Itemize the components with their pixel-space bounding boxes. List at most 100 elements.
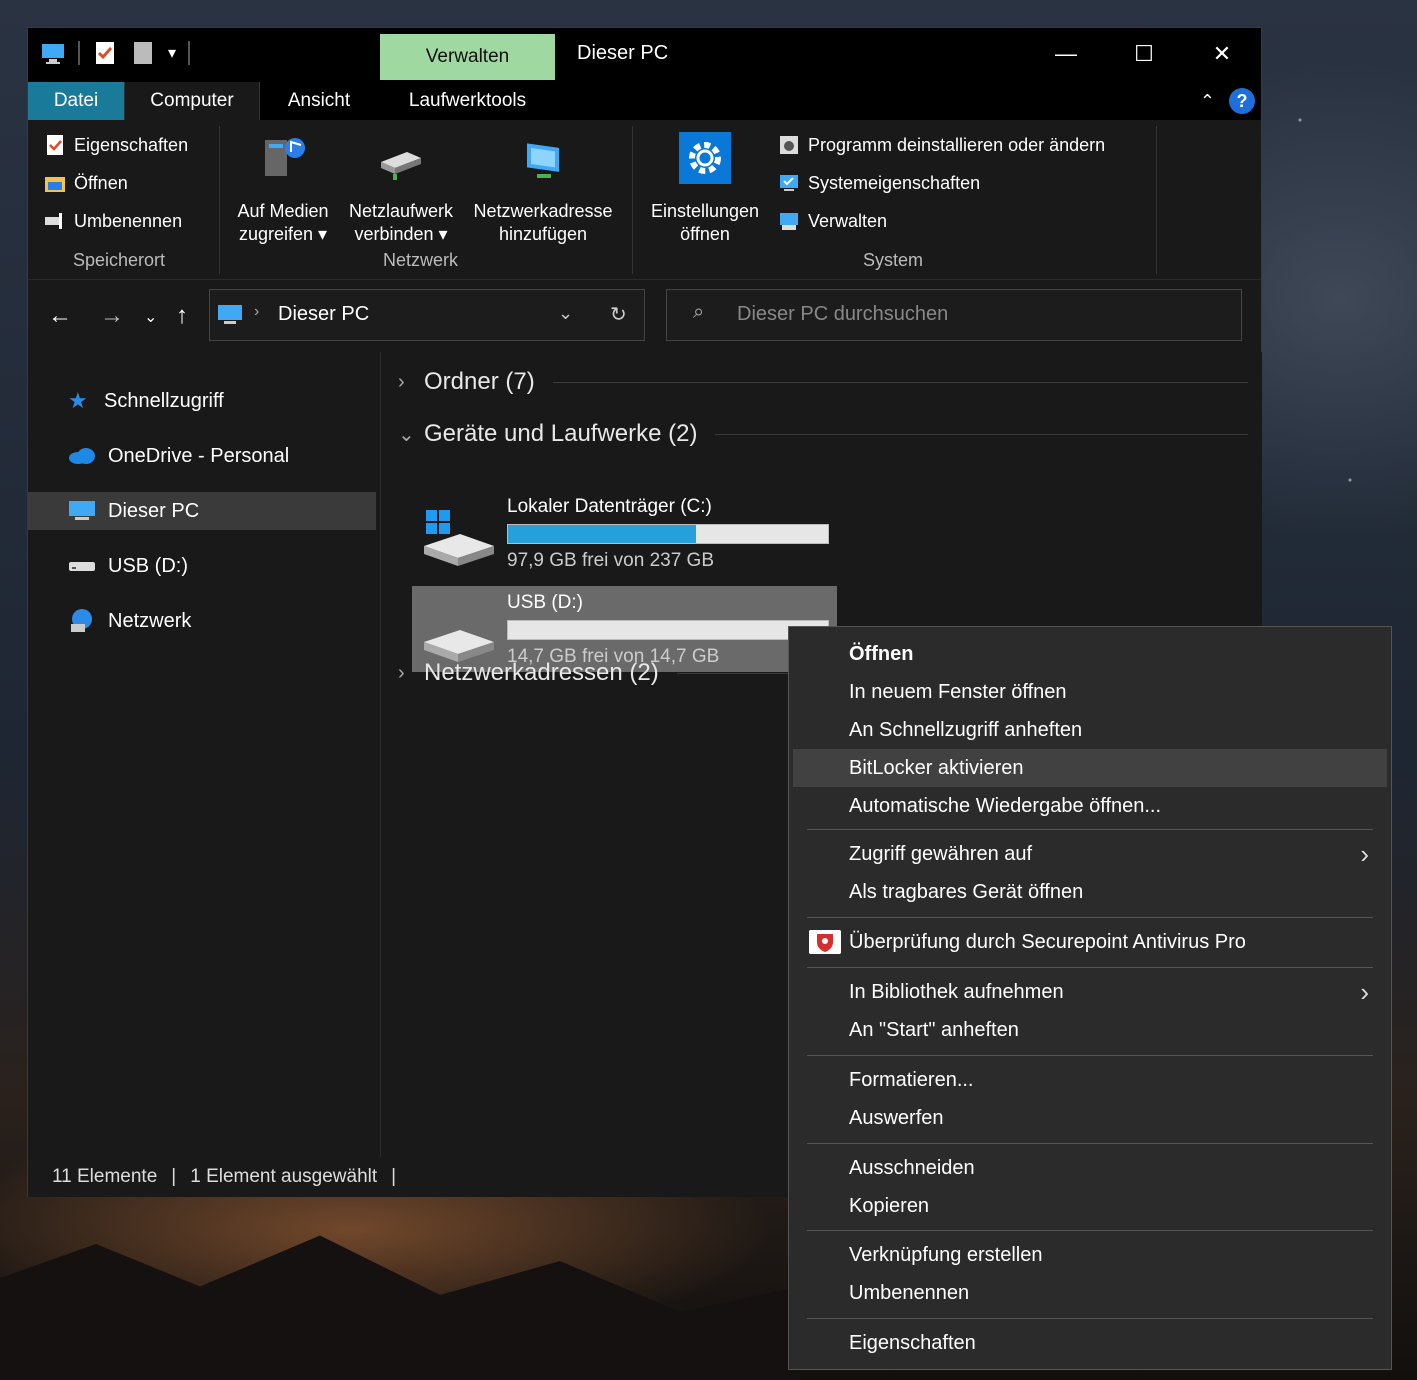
- group-header-label: Netzwerkadressen (2): [424, 659, 659, 686]
- tab-computer[interactable]: Computer: [124, 82, 260, 120]
- menu-item-umbenennen[interactable]: Umbenennen: [793, 1274, 1387, 1312]
- back-arrow-icon[interactable]: ←: [48, 302, 72, 330]
- properties-icon: [47, 135, 63, 155]
- system-properties-label: Systemeigenschaften: [808, 172, 981, 193]
- add-location-label-2: hinzufügen: [498, 224, 588, 244]
- properties-icon[interactable]: [92, 40, 118, 66]
- menu-item-eigenschaften[interactable]: Eigenschaften: [793, 1324, 1387, 1362]
- menu-item-bitlocker[interactable]: BitLocker aktivieren: [793, 749, 1387, 787]
- map-network-drive-button[interactable]: Netzlaufwerk verbinden ▾: [342, 132, 460, 246]
- menu-item-kopieren[interactable]: Kopieren: [793, 1187, 1387, 1225]
- menu-separator: [807, 1318, 1373, 1319]
- group-header-label: Geräte und Laufwerke (2): [424, 420, 698, 447]
- rename-label: Umbenennen: [74, 210, 183, 231]
- open-button[interactable]: Öffnen: [44, 172, 128, 194]
- sidebar-item-usb[interactable]: USB (D:): [28, 547, 376, 585]
- menu-item-label: Überprüfung durch Securepoint Antivirus …: [849, 930, 1246, 953]
- help-icon[interactable]: ?: [1229, 88, 1255, 114]
- menu-item-bibliothek[interactable]: In Bibliothek aufnehmen ›: [793, 973, 1387, 1011]
- up-arrow-icon[interactable]: ↑: [176, 302, 188, 330]
- drive-usage-bar: [507, 620, 829, 640]
- menu-item-start-anheften[interactable]: An "Start" anheften: [793, 1011, 1387, 1049]
- address-bar[interactable]: › Dieser PC ⌄ ↻: [209, 289, 645, 341]
- open-settings-button[interactable]: Einstellungen öffnen: [640, 132, 770, 246]
- search-input[interactable]: ⌕ Dieser PC durchsuchen: [666, 289, 1242, 341]
- open-label: Öffnen: [74, 172, 128, 193]
- menu-item-zugriff-gewaehren[interactable]: Zugriff gewähren auf ›: [793, 835, 1387, 873]
- forward-arrow-icon[interactable]: →: [100, 302, 124, 330]
- search-icon: ⌕: [693, 301, 705, 323]
- menu-item-oeffnen[interactable]: Öffnen: [793, 635, 1387, 673]
- sidebar-item-netzwerk[interactable]: Netzwerk: [28, 602, 376, 640]
- group-header-geraete[interactable]: ⌄ Geräte und Laufwerke (2): [398, 420, 1248, 448]
- chevron-right-icon: ›: [398, 370, 405, 393]
- rename-icon: [45, 213, 62, 229]
- navigation-bar: ← → ⌄ ↑ › Dieser PC ⌄ ↻ ⌕ Dieser PC durc…: [28, 280, 1261, 352]
- usb-drive-icon: [424, 630, 494, 662]
- menu-item-schnellzugriff-anheften[interactable]: An Schnellzugriff anheften: [793, 711, 1387, 749]
- menu-separator: [807, 1055, 1373, 1056]
- manage-label: Verwalten: [808, 210, 888, 231]
- drive-usage-fill: [508, 525, 696, 543]
- drive-name: USB (D:): [507, 592, 583, 613]
- settings-label-2: öffnen: [680, 224, 730, 244]
- menu-item-antivirus-scan[interactable]: Überprüfung durch Securepoint Antivirus …: [793, 923, 1387, 961]
- menu-item-auswerfen[interactable]: Auswerfen: [793, 1099, 1387, 1137]
- minimize-button[interactable]: —: [1027, 28, 1105, 80]
- settings-label-1: Einstellungen: [650, 201, 760, 221]
- address-dropdown-icon[interactable]: ⌄: [558, 303, 573, 324]
- selected-count: 1 Element ausgewählt: [190, 1166, 378, 1187]
- properties-button[interactable]: Eigenschaften: [44, 134, 188, 156]
- network-location-icon: [527, 143, 559, 178]
- sidebar-item-onedrive[interactable]: OneDrive - Personal: [28, 437, 376, 475]
- rename-button[interactable]: Umbenennen: [44, 210, 182, 232]
- menu-item-autoplay[interactable]: Automatische Wiedergabe öffnen...: [793, 787, 1387, 825]
- menu-separator: [807, 917, 1373, 918]
- sidebar-item-schnellzugriff[interactable]: ★ Schnellzugriff: [28, 382, 376, 420]
- refresh-icon[interactable]: ↻: [610, 302, 627, 327]
- sidebar-item-label: Dieser PC: [108, 499, 200, 522]
- ribbon-separator: [632, 126, 633, 274]
- menu-item-verknuepfung[interactable]: Verknüpfung erstellen: [793, 1236, 1387, 1274]
- close-button[interactable]: ✕: [1183, 28, 1261, 80]
- title-bar: ▾ Verwalten Dieser PC — ☐ ✕: [28, 28, 1261, 82]
- ribbon: Eigenschaften Öffnen Umbenennen Speicher…: [28, 120, 1261, 280]
- tab-ansicht[interactable]: Ansicht: [260, 82, 378, 120]
- chevron-down-icon: ⌄: [398, 423, 415, 446]
- address-path: Dieser PC: [278, 303, 370, 325]
- pc-icon[interactable]: [40, 40, 66, 66]
- recent-locations-chevron-icon[interactable]: ⌄: [144, 307, 157, 327]
- group-label-system: System: [863, 250, 924, 270]
- star-icon: ★: [68, 388, 88, 413]
- menu-item-tragbares-geraet[interactable]: Als tragbares Gerät öffnen: [793, 873, 1387, 911]
- blank-document-icon[interactable]: [130, 40, 156, 66]
- status-divider: |: [171, 1166, 177, 1187]
- map-drive-label-2: verbinden ▾: [354, 224, 448, 244]
- media-access-button[interactable]: Auf Medien zugreifen ▾: [230, 132, 336, 246]
- menu-item-label: In Bibliothek aufnehmen: [849, 980, 1064, 1003]
- context-menu: Öffnen In neuem Fenster öffnen An Schnel…: [788, 626, 1392, 1370]
- collapse-ribbon-icon[interactable]: ⌃: [1200, 91, 1215, 112]
- menu-item-formatieren[interactable]: Formatieren...: [793, 1061, 1387, 1099]
- uninstall-icon: [780, 136, 798, 154]
- uninstall-program-button[interactable]: Programm deinstallieren oder ändern: [778, 134, 1105, 156]
- menu-item-neues-fenster[interactable]: In neuem Fenster öffnen: [793, 673, 1387, 711]
- system-properties-button[interactable]: Systemeigenschaften: [778, 172, 980, 194]
- sidebar-item-label: OneDrive - Personal: [108, 444, 290, 467]
- group-header-ordner[interactable]: › Ordner (7): [398, 368, 1248, 396]
- sidebar-item-dieser-pc[interactable]: Dieser PC: [28, 492, 376, 530]
- quick-access-toolbar: ▾: [40, 40, 191, 66]
- maximize-button[interactable]: ☐: [1105, 28, 1183, 80]
- tab-datei[interactable]: Datei: [28, 82, 124, 120]
- securepoint-shield-icon: [809, 930, 841, 954]
- menu-item-ausschneiden[interactable]: Ausschneiden: [793, 1149, 1387, 1187]
- qat-dropdown-icon[interactable]: ▾: [168, 43, 176, 63]
- window-title: Dieser PC: [577, 42, 669, 64]
- media-label-1: Auf Medien: [237, 201, 329, 221]
- ribbon-help-area: ⌃ ?: [1200, 88, 1255, 114]
- tab-verwalten[interactable]: Verwalten: [380, 34, 555, 80]
- add-network-location-button[interactable]: Netzwerkadresse hinzufügen: [468, 132, 618, 246]
- manage-button[interactable]: Verwalten: [778, 210, 887, 232]
- tab-laufwerktools[interactable]: Laufwerktools: [380, 82, 555, 120]
- drive-item-c[interactable]: Lokaler Datenträger (C:) 97,9 GB frei vo…: [412, 490, 837, 576]
